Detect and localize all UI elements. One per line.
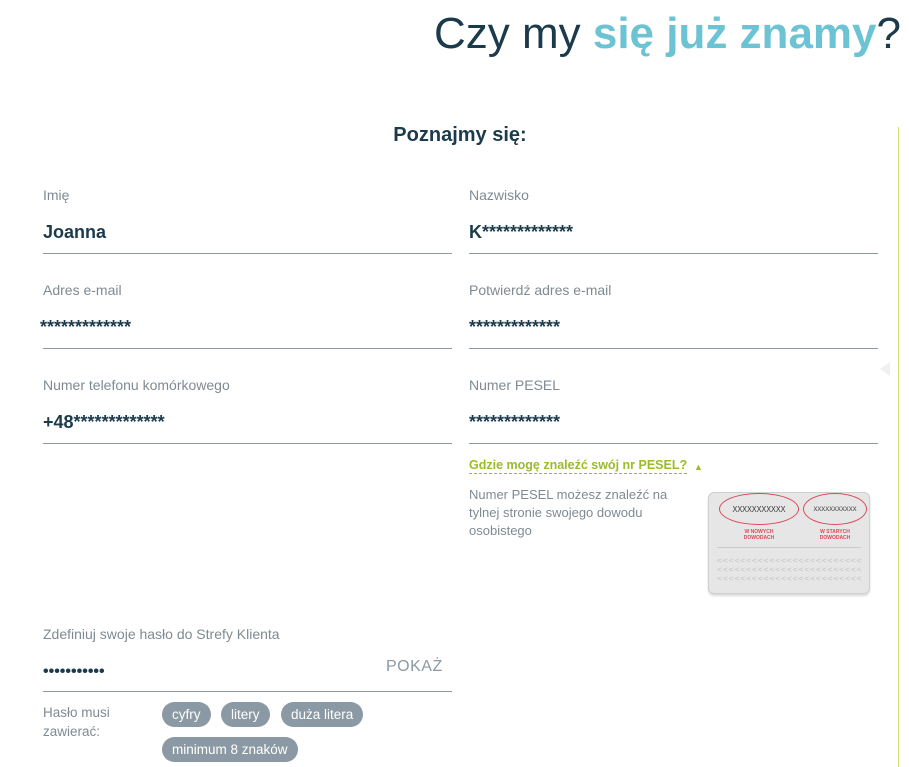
id-number-left: XXXXXXXXXXX (732, 504, 786, 514)
phone-input[interactable]: +48************* (43, 412, 165, 433)
id-card-illustration: XXXXXXXXXXX XXXXXXXXXXX W NOWYCH DOWODAC… (708, 492, 870, 594)
first-name-field[interactable]: Imię Joanna (43, 186, 452, 254)
phone-prefix: +48 (43, 412, 74, 432)
headline-accent: się już znamy (592, 9, 877, 58)
requirement-chip-digits: cyfry (162, 702, 211, 727)
id-divider (717, 547, 861, 548)
phone-field[interactable]: Numer telefonu komórkowego +48**********… (43, 376, 452, 444)
first-name-input[interactable]: Joanna (43, 222, 106, 243)
phone-number: ************* (73, 412, 165, 432)
password-requirements-label: Hasło musi zawierać: (43, 705, 110, 739)
id-number-right: XXXXXXXXXXX (813, 505, 857, 513)
side-divider-notch (880, 362, 890, 376)
side-divider (898, 127, 899, 767)
id-caption-new: W NOWYCH DOWODACH (743, 529, 775, 541)
password-input[interactable]: ••••••••••• (43, 663, 105, 681)
id-mrz-line: <<<<<<<<<<<<<<<<<<<<<<<<<<<<<<<<<<<< (717, 574, 861, 583)
email-input[interactable]: ************* (40, 317, 131, 338)
last-name-underline (469, 253, 878, 254)
first-name-underline (43, 253, 452, 254)
headline-prefix: Czy my (433, 9, 593, 58)
pesel-field[interactable]: Numer PESEL ************* (469, 376, 878, 444)
requirement-chip-uppercase: duża litera (281, 702, 364, 727)
headline-suffix: ? (876, 9, 901, 58)
id-mrz-line: <<<<<<<<<<<<<<<<<<<<<<<<<<<<<<<<<<<< (717, 565, 861, 574)
password-label: Zdefiniuj swoje hasło do Strefy Klienta (43, 626, 280, 642)
pesel-help-link[interactable]: Gdzie mogę znaleźć swój nr PESEL? (469, 458, 688, 474)
last-name-label: Nazwisko (469, 187, 529, 203)
first-name-label: Imię (43, 187, 70, 203)
last-name-input[interactable]: K************* (469, 222, 573, 243)
email-label: Adres e-mail (43, 282, 122, 298)
phone-underline (43, 443, 452, 444)
show-password-button[interactable]: POKAŻ (386, 658, 443, 676)
id-mrz-line: <<<<<<<<<<<<<<<<<<<<<<<<<<<<<<<<<<<< (717, 556, 861, 565)
pesel-underline (469, 443, 878, 444)
id-caption-old: W STARYCH DOWODACH (819, 529, 851, 541)
phone-label: Numer telefonu komórkowego (43, 377, 230, 393)
requirement-chip-letters: litery (221, 702, 270, 727)
password-underline (43, 691, 452, 692)
email-confirm-underline (469, 348, 878, 349)
id-oval-new: XXXXXXXXXXX (719, 493, 799, 525)
last-name-field[interactable]: Nazwisko K************* (469, 186, 878, 254)
pesel-input[interactable]: ************* (469, 412, 560, 433)
chevron-up-icon[interactable]: ▲ (694, 462, 703, 472)
email-field[interactable]: Adres e-mail ************* (40, 281, 452, 349)
email-confirm-input[interactable]: ************* (469, 317, 560, 338)
pesel-help-text: Numer PESEL możesz znaleźć na tylnej str… (469, 487, 668, 538)
pesel-label: Numer PESEL (469, 377, 561, 393)
section-title: Poznajmy się: (393, 124, 527, 146)
email-underline (43, 348, 452, 349)
email-confirm-label: Potwierdź adres e-mail (469, 282, 612, 298)
page-headline: Czy my się już znamy? (434, 8, 901, 60)
id-oval-old: XXXXXXXXXXX (803, 493, 867, 525)
requirement-chip-min-length: minimum 8 znaków (162, 737, 298, 762)
email-confirm-field[interactable]: Potwierdź adres e-mail ************* (469, 281, 878, 349)
